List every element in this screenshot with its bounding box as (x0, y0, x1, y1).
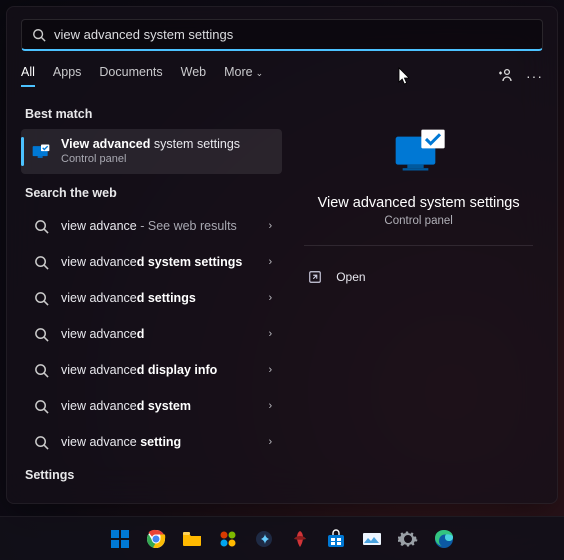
search-icon (31, 288, 51, 308)
detail-icon (391, 125, 447, 181)
search-icon (32, 28, 46, 42)
search-icon (31, 216, 51, 236)
tab-all[interactable]: All (21, 65, 35, 87)
taskbar-settings[interactable] (396, 527, 420, 551)
search-box[interactable] (21, 19, 543, 51)
search-input[interactable] (54, 27, 532, 42)
search-icon (31, 432, 51, 452)
account-icon[interactable] (496, 67, 512, 86)
search-icon (31, 360, 51, 380)
start-button[interactable] (108, 527, 132, 551)
tab-more[interactable]: More⌄ (224, 65, 263, 87)
divider (304, 245, 533, 246)
search-icon (31, 324, 51, 344)
chevron-right-icon: › (269, 220, 273, 232)
web-result[interactable]: view advanced› (21, 316, 282, 352)
taskbar-store[interactable] (324, 527, 348, 551)
start-search-panel: All Apps Documents Web More⌄ ··· Best ma… (6, 6, 558, 504)
web-result[interactable]: view advanced settings› (21, 280, 282, 316)
taskbar-app-3[interactable] (288, 527, 312, 551)
section-best-match: Best match (25, 107, 282, 121)
section-settings: Settings (25, 468, 282, 482)
web-result[interactable]: view advanced display info› (21, 352, 282, 388)
detail-subtitle: Control panel (294, 215, 543, 227)
settings-result[interactable]: View advanced display info › (21, 490, 282, 497)
tab-web[interactable]: Web (181, 65, 206, 87)
taskbar (0, 516, 564, 560)
section-search-web: Search the web (25, 186, 282, 200)
taskbar-app-2[interactable] (252, 527, 276, 551)
taskbar-app-4[interactable] (360, 527, 384, 551)
search-icon (31, 252, 51, 272)
taskbar-chrome[interactable] (144, 527, 168, 551)
chevron-right-icon: › (269, 256, 273, 268)
open-icon (308, 270, 322, 284)
open-action[interactable]: Open (294, 264, 543, 290)
more-options-icon[interactable]: ··· (526, 68, 543, 84)
chevron-right-icon: › (269, 328, 273, 340)
tab-documents[interactable]: Documents (99, 65, 162, 87)
web-result[interactable]: view advance - See web results› (21, 208, 282, 244)
search-icon (31, 396, 51, 416)
web-result[interactable]: view advanced system settings› (21, 244, 282, 280)
taskbar-edge[interactable] (432, 527, 456, 551)
detail-title: View advanced system settings (294, 195, 543, 211)
chevron-right-icon: › (269, 364, 273, 376)
taskbar-explorer[interactable] (180, 527, 204, 551)
chevron-right-icon: › (269, 436, 273, 448)
results-list: Best match View advanced system settings… (21, 101, 282, 497)
filter-tabs: All Apps Documents Web More⌄ ··· (21, 65, 543, 87)
chevron-right-icon: › (269, 292, 273, 304)
web-result[interactable]: view advance setting› (21, 424, 282, 460)
detail-pane: View advanced system settings Control pa… (290, 101, 543, 497)
taskbar-app-1[interactable] (216, 527, 240, 551)
tab-apps[interactable]: Apps (53, 65, 82, 87)
control-panel-icon (31, 142, 51, 162)
web-result[interactable]: view advanced system› (21, 388, 282, 424)
chevron-right-icon: › (269, 400, 273, 412)
best-match-result[interactable]: View advanced system settings Control pa… (21, 129, 282, 174)
